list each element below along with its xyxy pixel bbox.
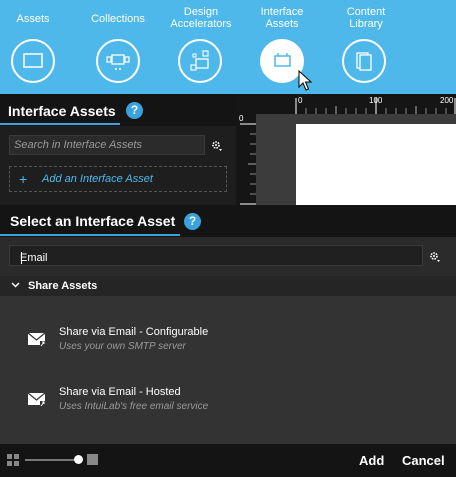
content-library-icon bbox=[342, 39, 386, 83]
vertical-ruler-ticks bbox=[240, 123, 256, 205]
rectangle-icon bbox=[11, 39, 55, 83]
help-icon[interactable]: ? bbox=[126, 102, 143, 119]
zoom-slider-track[interactable] bbox=[25, 459, 77, 461]
accelerators-icon bbox=[178, 39, 222, 83]
ruler-tick-label: 100 bbox=[369, 96, 383, 105]
add-interface-asset-label: Add an Interface Asset bbox=[42, 173, 153, 185]
list-item-subtitle: Uses your own SMTP server bbox=[59, 341, 186, 352]
interface-assets-search-placeholder: Search in Interface Assets bbox=[14, 139, 142, 151]
ruler-tick-label: 200 bbox=[440, 96, 454, 105]
select-interface-asset-dialog: Select an Interface Asset ? Email Share … bbox=[0, 205, 456, 477]
horizontal-ruler: 0 100 200 bbox=[256, 94, 456, 114]
dialog-help-icon[interactable]: ? bbox=[184, 213, 201, 230]
dialog-title-underline bbox=[0, 234, 180, 236]
large-thumbnail-icon[interactable] bbox=[87, 454, 98, 465]
dialog-settings-gear-icon[interactable] bbox=[429, 251, 441, 263]
list-item-subtitle: Uses IntuiLab's free email service bbox=[59, 401, 209, 412]
canvas-page[interactable] bbox=[296, 124, 456, 206]
dialog-footer: Add Cancel bbox=[0, 444, 456, 477]
tab-collections[interactable]: Collections bbox=[85, 0, 151, 94]
tab-collections-label: Collections bbox=[91, 13, 145, 25]
tab-assets[interactable]: Assets bbox=[0, 0, 66, 94]
dialog-search-text: Email bbox=[20, 252, 48, 264]
dialog-title: Select an Interface Asset bbox=[10, 213, 176, 229]
plus-icon: + bbox=[19, 171, 28, 187]
email-share-icon bbox=[27, 332, 46, 347]
interface-assets-title: Interface Assets bbox=[8, 103, 116, 119]
list-item-title: Share via Email - Hosted bbox=[59, 386, 181, 398]
dialog-search-input[interactable]: Email bbox=[9, 245, 423, 266]
interface-assets-header: Interface Assets ? bbox=[0, 94, 236, 126]
interface-assets-search-input[interactable]: Search in Interface Assets bbox=[9, 135, 205, 155]
tab-design-accelerators[interactable]: Design Accelerators bbox=[168, 0, 234, 94]
ruler-tick-label: 0 bbox=[239, 114, 244, 123]
top-nav-bar: Assets Collections Design Accelerators I… bbox=[0, 0, 456, 94]
settings-gear-icon[interactable] bbox=[211, 140, 223, 152]
tab-design-accelerators-label: Design Accelerators bbox=[170, 6, 232, 30]
list-item-share-email-configurable[interactable]: Share via Email - Configurable Uses your… bbox=[0, 314, 456, 364]
vertical-ruler: 0 bbox=[236, 114, 256, 206]
mouse-cursor-icon bbox=[298, 70, 312, 91]
list-item-title: Share via Email - Configurable bbox=[59, 326, 209, 338]
tab-content-library[interactable]: Content Library bbox=[338, 0, 394, 94]
email-share-icon bbox=[27, 392, 46, 407]
small-grid-icon[interactable] bbox=[7, 454, 20, 467]
tab-assets-label: Assets bbox=[16, 13, 50, 25]
design-canvas: 0 100 200 0 bbox=[236, 94, 456, 206]
list-item-share-email-hosted[interactable]: Share via Email - Hosted Uses IntuiLab's… bbox=[0, 374, 456, 424]
text-caret bbox=[21, 252, 22, 264]
add-interface-asset-button[interactable]: + Add an Interface Asset bbox=[9, 166, 227, 192]
zoom-slider-handle[interactable] bbox=[74, 455, 83, 464]
ruler-tick-label: 0 bbox=[298, 96, 303, 105]
collection-icon bbox=[96, 39, 140, 83]
share-assets-group-label: Share Assets bbox=[28, 280, 98, 292]
ruler-corner bbox=[236, 94, 256, 114]
title-underline bbox=[0, 123, 120, 125]
dialog-header: Select an Interface Asset ? bbox=[0, 205, 456, 237]
add-button[interactable]: Add bbox=[359, 453, 384, 468]
share-assets-group-header[interactable]: Share Assets bbox=[0, 276, 456, 296]
tab-interface-assets-label: Interface Assets bbox=[260, 6, 304, 30]
cancel-button[interactable]: Cancel bbox=[402, 453, 445, 468]
horizontal-ruler-ticks bbox=[295, 98, 456, 114]
asset-list: Share via Email - Configurable Uses your… bbox=[0, 296, 456, 444]
tab-content-library-label: Content Library bbox=[346, 6, 386, 30]
chevron-down-icon bbox=[11, 282, 20, 288]
